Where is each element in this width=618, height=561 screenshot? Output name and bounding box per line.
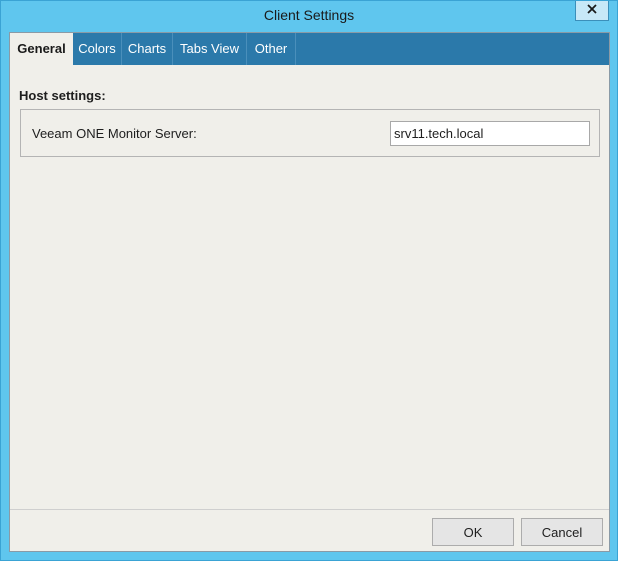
cancel-button[interactable]: Cancel [521,518,603,546]
client-settings-window: Client Settings General Colors Charts Ta… [0,0,618,561]
tab-other[interactable]: Other [247,33,296,65]
dialog-content: General Colors Charts Tabs View Other Ho… [9,32,610,552]
host-settings-heading: Host settings: [19,88,106,103]
close-icon [586,3,598,18]
tab-tabs-view[interactable]: Tabs View [173,33,247,65]
tab-general[interactable]: General [10,33,73,65]
tab-charts[interactable]: Charts [122,33,173,65]
window-title: Client Settings [263,7,355,23]
monitor-server-label: Veeam ONE Monitor Server: [32,126,197,141]
host-settings-group: Veeam ONE Monitor Server: [20,109,600,157]
ok-button[interactable]: OK [432,518,514,546]
tab-strip: General Colors Charts Tabs View Other [10,33,609,65]
monitor-server-input[interactable] [390,121,590,146]
tab-colors[interactable]: Colors [73,33,122,65]
footer-divider [10,509,609,510]
title-bar[interactable]: Client Settings [1,1,617,32]
close-button[interactable] [575,1,609,21]
